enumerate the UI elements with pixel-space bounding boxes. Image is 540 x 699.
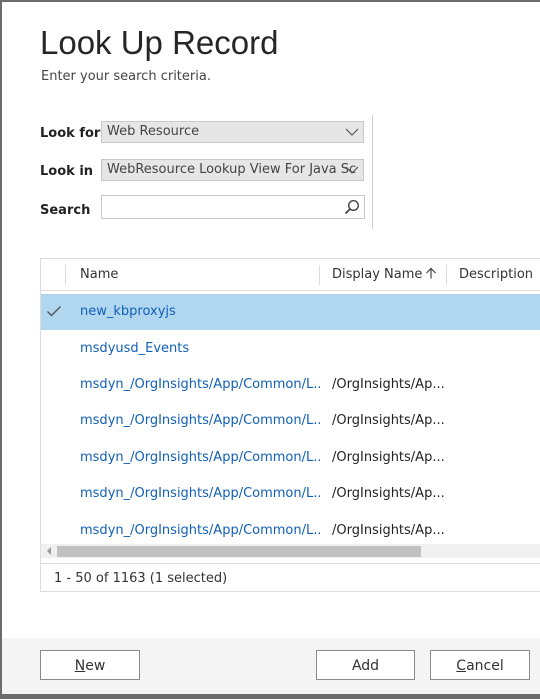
sort-ascending-icon — [426, 267, 437, 279]
look-for-label: Look for — [40, 126, 101, 141]
new-button-accesskey: N — [74, 658, 86, 674]
search-label: Search — [40, 203, 91, 218]
scroll-left-icon[interactable] — [45, 546, 53, 556]
table-row[interactable]: msdyn_/OrgInsights/App/Common/L... /OrgI… — [41, 440, 540, 476]
row-name-link[interactable]: msdyn_/OrgInsights/App/Common/L... — [80, 513, 320, 543]
search-input[interactable] — [106, 197, 340, 219]
column-header-display-name-label: Display Name — [332, 267, 423, 282]
cancel-button[interactable]: Cancel — [430, 650, 530, 680]
look-for-value: Web Resource — [107, 124, 200, 139]
table-row[interactable]: new_kbproxyjs — [41, 294, 540, 330]
column-divider — [65, 265, 66, 285]
table-row[interactable]: msdyusd_Events — [41, 331, 540, 367]
row-name-link[interactable]: msdyusd_Events — [80, 331, 320, 367]
table-row[interactable]: msdyn_/OrgInsights/App/Common/L... /OrgI… — [41, 476, 540, 512]
form-divider — [372, 115, 373, 229]
results-grid: Name Display Name Description new_kbprox… — [40, 258, 540, 592]
row-display-name: /OrgInsights/Ap... — [332, 486, 445, 501]
look-in-select[interactable]: WebResource Lookup View For Java Sc — [101, 159, 364, 181]
look-in-label: Look in — [40, 164, 94, 179]
lookup-dialog: Look Up Record Enter your search criteri… — [2, 2, 540, 694]
row-name-link[interactable]: msdyn_/OrgInsights/App/Common/L... — [80, 476, 320, 512]
horizontal-scrollbar[interactable] — [41, 544, 540, 558]
cancel-button-label: ancel — [466, 658, 504, 674]
look-in-value: WebResource Lookup View For Java Sc — [107, 162, 357, 177]
dialog-title: Look Up Record — [40, 24, 279, 61]
row-name-link[interactable]: msdyn_/OrgInsights/App/Common/L... — [80, 403, 320, 439]
row-name-link[interactable]: msdyn_/OrgInsights/App/Common/L... — [80, 440, 320, 476]
chevron-down-icon — [345, 166, 359, 174]
cancel-button-accesskey: C — [456, 658, 467, 674]
row-display-name: /OrgInsights/Ap... — [332, 413, 445, 428]
column-header-name[interactable]: Name — [80, 259, 118, 290]
row-name-link[interactable]: new_kbproxyjs — [80, 294, 320, 330]
new-button[interactable]: New — [40, 650, 140, 680]
chevron-down-icon — [345, 128, 359, 136]
row-display-name: /OrgInsights/Ap... — [332, 377, 445, 392]
search-field[interactable] — [101, 195, 365, 219]
column-divider — [446, 265, 447, 285]
table-row[interactable]: msdyn_/OrgInsights/App/Common/L... /OrgI… — [41, 367, 540, 403]
checkmark-icon[interactable] — [46, 304, 62, 318]
row-display-name: /OrgInsights/Ap... — [332, 523, 445, 538]
dialog-subtitle: Enter your search criteria. — [41, 69, 211, 84]
row-display-name: /OrgInsights/Ap... — [332, 450, 445, 465]
column-header-description[interactable]: Description — [459, 259, 533, 290]
column-divider — [319, 265, 320, 285]
add-button[interactable]: Add — [316, 650, 415, 680]
row-name-link[interactable]: msdyn_/OrgInsights/App/Common/L... — [80, 367, 320, 403]
look-for-select[interactable]: Web Resource — [101, 121, 364, 143]
table-row[interactable]: msdyn_/OrgInsights/App/Common/L... /OrgI… — [41, 513, 540, 543]
grid-status: 1 - 50 of 1163 (1 selected) — [41, 563, 540, 593]
grid-header: Name Display Name Description — [41, 259, 540, 291]
new-button-label: ew — [85, 658, 106, 674]
table-row[interactable]: msdyn_/OrgInsights/App/Common/L... /OrgI… — [41, 403, 540, 439]
scrollbar-thumb[interactable] — [57, 546, 421, 557]
column-header-display-name[interactable]: Display Name — [332, 259, 437, 290]
search-icon[interactable] — [344, 199, 360, 215]
